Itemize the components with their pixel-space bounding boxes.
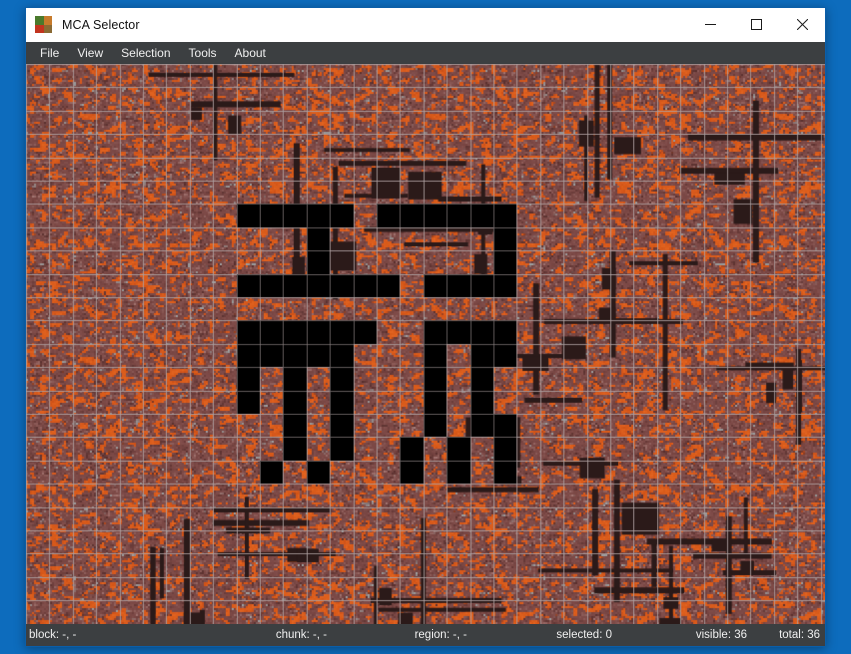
menu-item-tools[interactable]: Tools (180, 43, 226, 63)
desktop-background: MCA Selector File View Selection Tools A… (0, 0, 851, 654)
map-viewport[interactable] (26, 64, 825, 624)
menu-bar: File View Selection Tools About (26, 42, 825, 64)
status-visible: visible: 36 (695, 629, 747, 641)
status-region: region: -, - (414, 629, 467, 641)
menu-item-about[interactable]: About (226, 43, 275, 63)
maximize-button[interactable] (733, 9, 779, 41)
status-chunk: chunk: -, - (275, 629, 327, 641)
close-button[interactable] (779, 9, 825, 41)
world-map[interactable] (26, 64, 825, 624)
window-title: MCA Selector (62, 17, 140, 32)
status-bar: block: -, - chunk: -, - region: -, - sel… (26, 624, 825, 646)
menu-item-file[interactable]: File (31, 43, 68, 63)
menu-item-view[interactable]: View (68, 43, 112, 63)
minimize-button[interactable] (687, 9, 733, 41)
title-bar: MCA Selector (26, 8, 825, 42)
status-block: block: -, - (29, 629, 77, 641)
status-selected: selected: 0 (556, 629, 612, 641)
map-render-canvas[interactable] (26, 64, 825, 624)
menu-item-selection[interactable]: Selection (112, 43, 179, 63)
minecraft-blocks-icon (35, 16, 52, 33)
status-total: total: 36 (779, 629, 820, 641)
application-window: MCA Selector File View Selection Tools A… (25, 7, 826, 647)
